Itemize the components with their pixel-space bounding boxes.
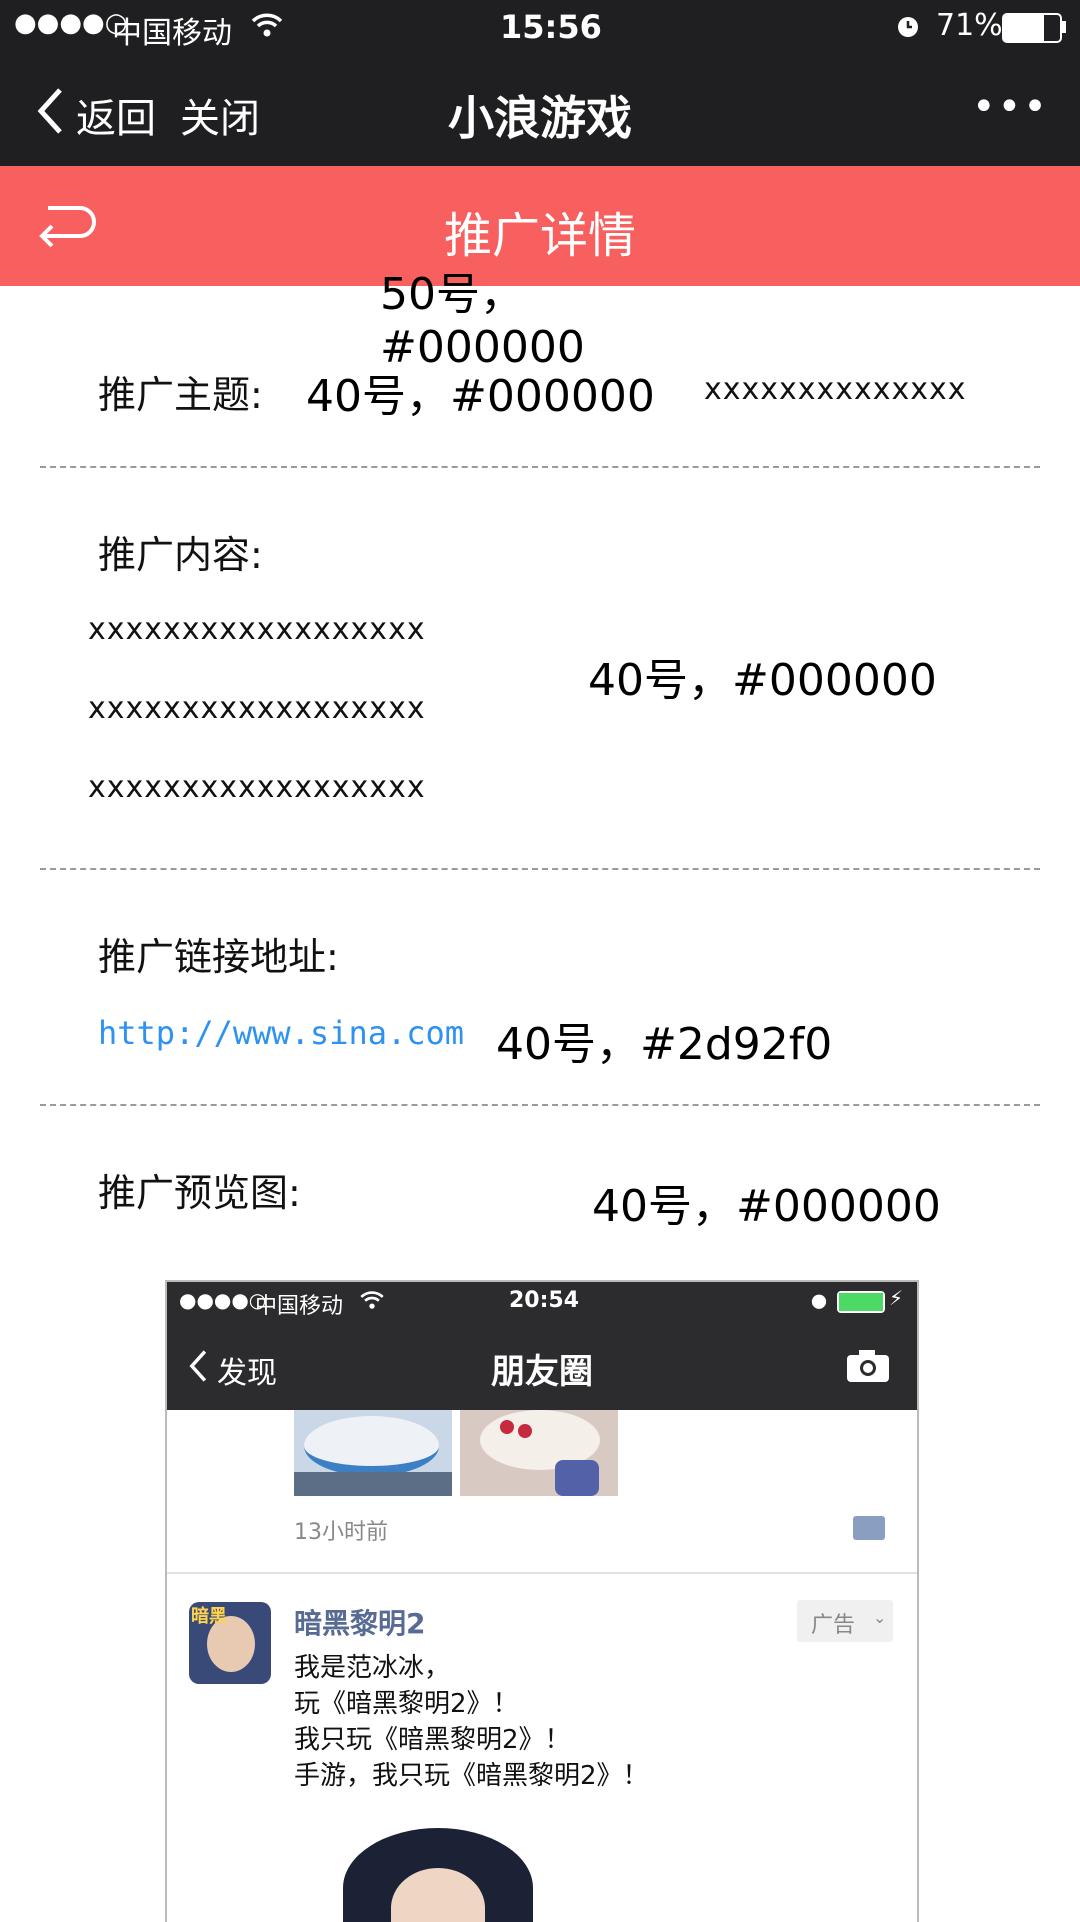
comment-icon: [853, 1516, 885, 1540]
preview-carrier: 中国移动: [255, 1294, 344, 1319]
link-url[interactable]: http://www.sina.com: [98, 1014, 464, 1052]
preview-annotation: 40号，#000000: [592, 1181, 941, 1232]
alarm-icon: [898, 17, 918, 37]
top-bar: ●●●●○ 中国移动 15:56 71% 返回 关闭 小浪游戏 •••: [0, 0, 1080, 166]
ad-text: 我是范冰冰， 玩《暗黑黎明2》！ 我只玩《暗黑黎明2》！ 手游，我只玩《暗黑黎明…: [294, 1653, 649, 1791]
link-annotation: 40号，#2d92f0: [496, 1019, 833, 1070]
clock: 15:56: [500, 8, 602, 46]
divider: [40, 1104, 1040, 1106]
header-title: 推广详情: [443, 208, 636, 264]
ad-name: 暗黑黎明2: [294, 1607, 426, 1640]
preview-wifi-icon: [360, 1291, 384, 1309]
return-icon[interactable]: [36, 198, 98, 254]
wifi-icon: [251, 13, 283, 37]
preview-camera-icon: [847, 1350, 889, 1382]
preview-signal: ●●●●○: [179, 1288, 267, 1312]
content-label: 推广内容:: [98, 533, 263, 577]
battery-tip: [1062, 21, 1066, 33]
nav-bar: 返回 关闭 小浪游戏 •••: [0, 54, 1080, 166]
preview-top-bar: ●●●●○ 中国移动 20:54 ⚡ 发现 朋友圈: [167, 1282, 917, 1410]
ad-badge: 广告 ⌄: [797, 1600, 893, 1642]
post-time: 13小时前: [294, 1520, 388, 1545]
content-line: xxxxxxxxxxxxxxxxxx: [88, 612, 426, 647]
ad-avatar-text: 暗黑: [191, 1606, 227, 1627]
content-line: xxxxxxxxxxxxxxxxxx: [88, 770, 426, 805]
photo-cake-white: [460, 1410, 618, 1496]
signal-icon: ●●●●○: [14, 8, 128, 38]
ad-portrait-image: [343, 1828, 533, 1922]
preview-title: 朋友圈: [491, 1352, 593, 1392]
page-title: 小浪游戏: [448, 91, 632, 145]
preview-clock: 20:54: [509, 1288, 580, 1313]
preview-image: ●●●●○ 中国移动 20:54 ⚡ 发现 朋友圈 13小时前 暗黑 暗黑黎明2…: [165, 1280, 919, 1922]
topic-label: 推广主题:: [98, 373, 263, 417]
divider: [40, 466, 1040, 468]
content-annotation: 40号，#000000: [588, 655, 937, 706]
more-button[interactable]: •••: [972, 84, 1049, 130]
preview-charging-icon: ⚡: [889, 1286, 904, 1310]
preview-label: 推广预览图:: [98, 1171, 301, 1215]
preview-alarm-icon: [811, 1294, 827, 1309]
post-divider: [167, 1572, 917, 1574]
close-button[interactable]: 关闭: [180, 86, 260, 144]
battery-icon: [1002, 13, 1062, 43]
header-annotation: 50号，#000000: [380, 269, 585, 373]
battery-percent: 71%: [936, 8, 1003, 43]
back-chevron-icon[interactable]: [34, 86, 66, 136]
ad-avatar: 暗黑: [189, 1602, 271, 1684]
preview-back-chevron-icon: [189, 1350, 207, 1382]
content-line: xxxxxxxxxxxxxxxxxx: [88, 691, 426, 726]
status-bar: ●●●●○ 中国移动 15:56 71%: [0, 0, 1080, 54]
photo-cake-blue: [294, 1410, 452, 1496]
preview-back-label: 发现: [217, 1356, 277, 1391]
topic-annotation: 40号，#000000: [306, 371, 655, 422]
divider: [40, 868, 1040, 870]
link-label: 推广链接地址:: [98, 935, 339, 979]
topic-value: xxxxxxxxxxxxxx: [704, 372, 967, 407]
chevron-down-icon: ⌄: [873, 1608, 887, 1627]
carrier-label: 中国移动: [112, 16, 232, 51]
back-button[interactable]: 返回: [76, 86, 156, 144]
preview-battery-icon: [837, 1291, 885, 1313]
